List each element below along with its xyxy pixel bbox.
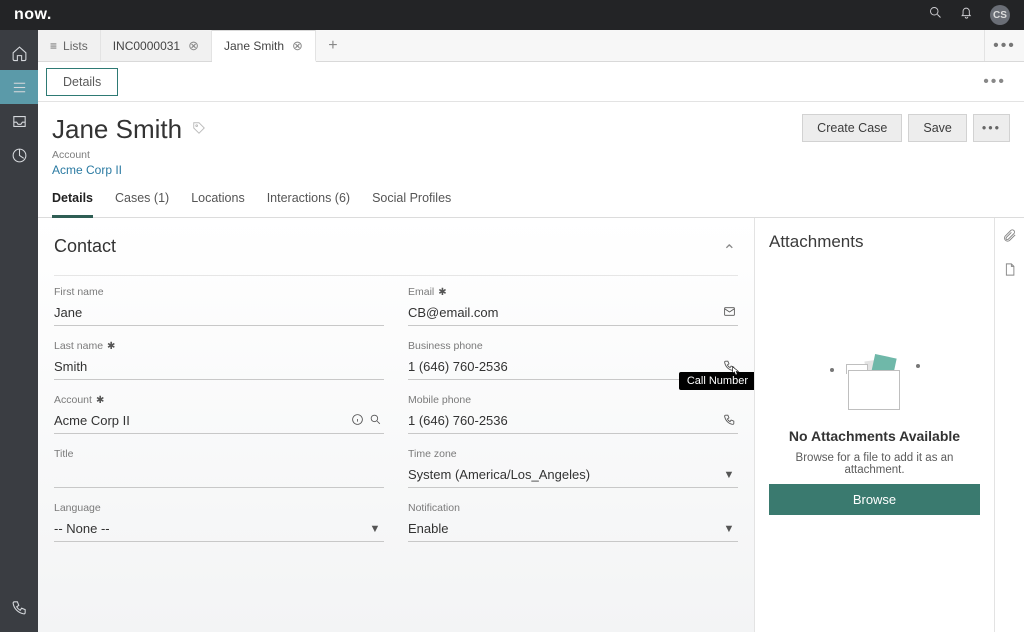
right-action-rail (994, 218, 1024, 632)
search-icon[interactable] (928, 5, 943, 25)
close-icon[interactable]: ⊗ (188, 38, 199, 54)
nav-analytics[interactable] (0, 138, 38, 172)
first-name-input[interactable] (54, 303, 384, 322)
account-link[interactable]: Acme Corp II (52, 163, 790, 177)
nav-phone[interactable] (0, 590, 38, 624)
attachments-panel: Attachments No Attachments Available Bro… (754, 218, 994, 632)
nav-home[interactable] (0, 36, 38, 70)
chevron-down-icon[interactable]: ▼ (720, 523, 738, 535)
field-language: Language -- None -- ▼ (54, 502, 384, 542)
email-input[interactable] (408, 303, 720, 322)
tab-incident-label: INC0000031 (113, 39, 180, 53)
form-col-left: First name Last name✱ Account✱ (54, 286, 384, 542)
field-account: Account✱ (54, 394, 384, 434)
save-button[interactable]: Save (908, 114, 967, 142)
notification-icon[interactable] (959, 5, 974, 25)
document-icon[interactable] (1002, 262, 1017, 282)
attachments-illustration (830, 356, 920, 416)
no-attachments-title: No Attachments Available (789, 428, 960, 444)
tabbar-overflow[interactable]: ••• (984, 30, 1024, 61)
account-input[interactable] (54, 411, 348, 430)
section-tab-row: Details ••• (38, 62, 1024, 102)
record-header: Jane Smith Account Acme Corp II Create C… (38, 102, 1024, 177)
workspace-tabbar: ≡ Lists INC0000031 ⊗ Jane Smith ⊗ + ••• (38, 30, 1024, 62)
nav-lists[interactable] (0, 70, 38, 104)
avatar[interactable]: CS (990, 5, 1010, 25)
business-phone-input[interactable] (408, 357, 720, 376)
field-last-name: Last name✱ (54, 340, 384, 380)
field-email: Email✱ (408, 286, 738, 326)
mobile-phone-input[interactable] (408, 411, 720, 430)
title-input[interactable] (54, 465, 384, 484)
form-area: Contact ⌃ First name Last name✱ Account✱ (38, 218, 754, 632)
contact-heading: Contact (54, 236, 116, 257)
tag-icon[interactable] (192, 121, 206, 139)
chevron-down-icon[interactable]: ▼ (720, 469, 738, 481)
lookup-icon[interactable] (366, 413, 384, 429)
field-mobile-phone: Mobile phone Call Number (408, 394, 738, 434)
form-col-right: Email✱ Business phone (408, 286, 738, 542)
tab-contact[interactable]: Jane Smith ⊗ (212, 30, 316, 62)
notification-select[interactable]: Enable (408, 519, 720, 538)
left-nav-rail (0, 30, 38, 632)
create-case-button[interactable]: Create Case (802, 114, 902, 142)
new-tab-button[interactable]: + (316, 30, 350, 61)
section-tab-details[interactable]: Details (46, 68, 118, 96)
no-attachments-sub: Browse for a file to add it as an attach… (775, 452, 975, 476)
field-title: Title (54, 448, 384, 488)
section-overflow[interactable]: ••• (983, 73, 1016, 91)
attachment-icon[interactable] (1002, 228, 1017, 248)
nav-inbox[interactable] (0, 104, 38, 138)
main-content: Details ••• Jane Smith Account Acme Corp… (38, 62, 1024, 632)
tab-locations[interactable]: Locations (191, 191, 245, 217)
last-name-input[interactable] (54, 357, 384, 376)
tab-lists[interactable]: ≡ Lists (38, 30, 101, 61)
mail-icon[interactable] (720, 305, 738, 321)
close-icon[interactable]: ⊗ (292, 38, 303, 54)
tab-social[interactable]: Social Profiles (372, 191, 451, 217)
timezone-select[interactable]: System (America/Los_Angeles) (408, 465, 720, 484)
brand-bar: now. CS (0, 0, 1024, 30)
tab-contact-label: Jane Smith (224, 39, 284, 53)
tab-details[interactable]: Details (52, 191, 93, 218)
field-business-phone: Business phone (408, 340, 738, 380)
collapse-icon[interactable]: ⌃ (723, 241, 736, 261)
attachments-heading: Attachments (769, 232, 980, 252)
field-timezone: Time zone System (America/Los_Angeles) ▼ (408, 448, 738, 488)
header-more-button[interactable]: ••• (973, 114, 1010, 142)
brand-logo: now. (14, 6, 52, 24)
field-notification: Notification Enable ▼ (408, 502, 738, 542)
page-title: Jane Smith (52, 114, 790, 145)
browse-button[interactable]: Browse (769, 484, 980, 515)
account-label: Account (52, 149, 790, 161)
tab-cases[interactable]: Cases (1) (115, 191, 169, 217)
tab-interactions[interactable]: Interactions (6) (267, 191, 350, 217)
tab-lists-label: Lists (63, 39, 88, 53)
call-icon[interactable] (720, 413, 738, 429)
chevron-down-icon[interactable]: ▼ (366, 523, 384, 535)
language-select[interactable]: -- None -- (54, 519, 366, 538)
record-tabs: Details Cases (1) Locations Interactions… (38, 177, 1024, 218)
info-icon[interactable] (348, 413, 366, 429)
phone-icon[interactable] (720, 359, 738, 375)
tab-incident[interactable]: INC0000031 ⊗ (101, 30, 212, 61)
field-first-name: First name (54, 286, 384, 326)
